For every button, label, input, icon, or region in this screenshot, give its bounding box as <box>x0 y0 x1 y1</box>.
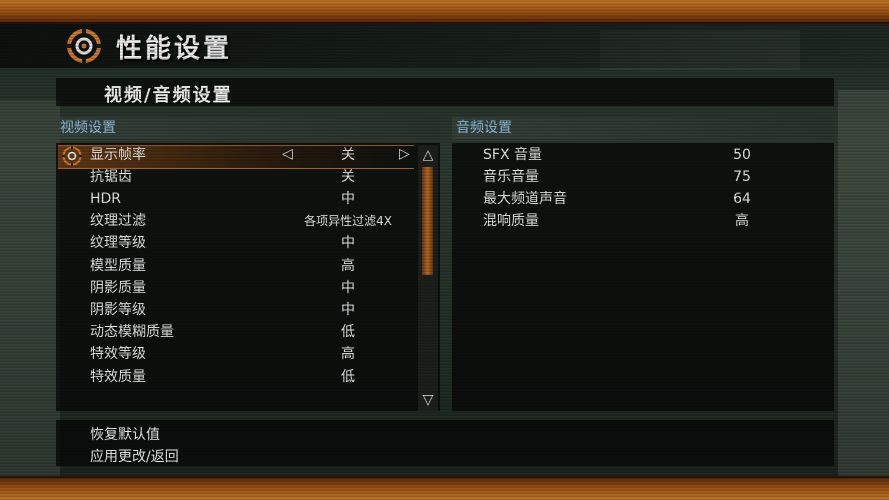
option-value: 高 <box>341 258 355 274</box>
option-label: HDR <box>90 191 122 207</box>
audio-option-row[interactable]: SFX 音量 50 <box>400 145 820 165</box>
option-label: 特效质量 <box>90 369 146 385</box>
video-option-row[interactable]: 阴影等级 中 <box>0 300 410 320</box>
option-value: 关 <box>341 147 355 163</box>
video-settings-heading: 视频设置 <box>56 117 440 139</box>
video-option-row[interactable]: 纹理等级 中 <box>0 233 410 253</box>
video-option-row[interactable]: 特效质量 低 <box>0 367 410 387</box>
option-label: 特效等级 <box>90 346 146 362</box>
option-label: 音乐音量 <box>483 169 539 185</box>
top-frame-bar <box>0 0 889 24</box>
video-option-row[interactable]: 模型质量 高 <box>0 256 410 276</box>
option-value: 中 <box>341 302 355 318</box>
option-label: 显示帧率 <box>90 147 146 163</box>
option-value: 64 <box>733 191 751 207</box>
option-value: 低 <box>341 324 355 340</box>
option-value: 低 <box>341 369 355 385</box>
audio-option-row[interactable]: 混响质量 高 <box>400 211 820 231</box>
option-value: 各项异性过滤4X <box>304 214 392 228</box>
video-option-row[interactable]: 阴影质量 中 <box>0 278 410 298</box>
video-option-row[interactable]: HDR 中 <box>0 189 410 209</box>
settings-emblem-icon <box>66 28 102 64</box>
restore-defaults-button[interactable]: 恢复默认值 <box>90 424 160 444</box>
option-value: 高 <box>735 213 749 229</box>
option-label: 阴影等级 <box>90 302 146 318</box>
audio-option-row[interactable]: 最大频道声音 64 <box>400 189 820 209</box>
option-label: 动态模糊质量 <box>90 324 174 340</box>
option-label: 纹理过滤 <box>90 213 146 229</box>
option-value: 中 <box>341 280 355 296</box>
option-label: 阴影质量 <box>90 280 146 296</box>
audio-option-row[interactable]: 音乐音量 75 <box>400 167 820 187</box>
bottom-frame-bar <box>0 476 889 500</box>
video-option-row[interactable]: 抗锯齿 关 <box>0 167 410 187</box>
video-option-row[interactable]: 纹理过滤 各项异性过滤4X <box>0 211 410 231</box>
option-value: 中 <box>341 191 355 207</box>
video-option-row[interactable]: 动态模糊质量 低 <box>0 322 410 342</box>
audio-settings-heading: 音频设置 <box>452 117 834 139</box>
option-value: 高 <box>341 346 355 362</box>
option-value: 中 <box>341 235 355 251</box>
page-title: 性能设置 <box>116 34 233 64</box>
scroll-down-icon[interactable]: ▽ <box>418 391 438 409</box>
option-value: 75 <box>733 169 751 185</box>
option-label: 纹理等级 <box>90 235 146 251</box>
video-option-row[interactable]: 特效等级 高 <box>0 344 410 364</box>
section-title: 视频/音频设置 <box>104 85 233 106</box>
option-label: 模型质量 <box>90 258 146 274</box>
option-label: 混响质量 <box>483 213 539 229</box>
option-label: 抗锯齿 <box>90 169 132 185</box>
video-option-row[interactable]: 显示帧率 关 <box>0 145 410 165</box>
option-label: 最大频道声音 <box>483 191 567 207</box>
option-value: 关 <box>341 169 355 185</box>
option-label: SFX 音量 <box>483 147 542 163</box>
option-value: 50 <box>733 147 751 163</box>
apply-and-return-button[interactable]: 应用更改/返回 <box>90 446 179 466</box>
